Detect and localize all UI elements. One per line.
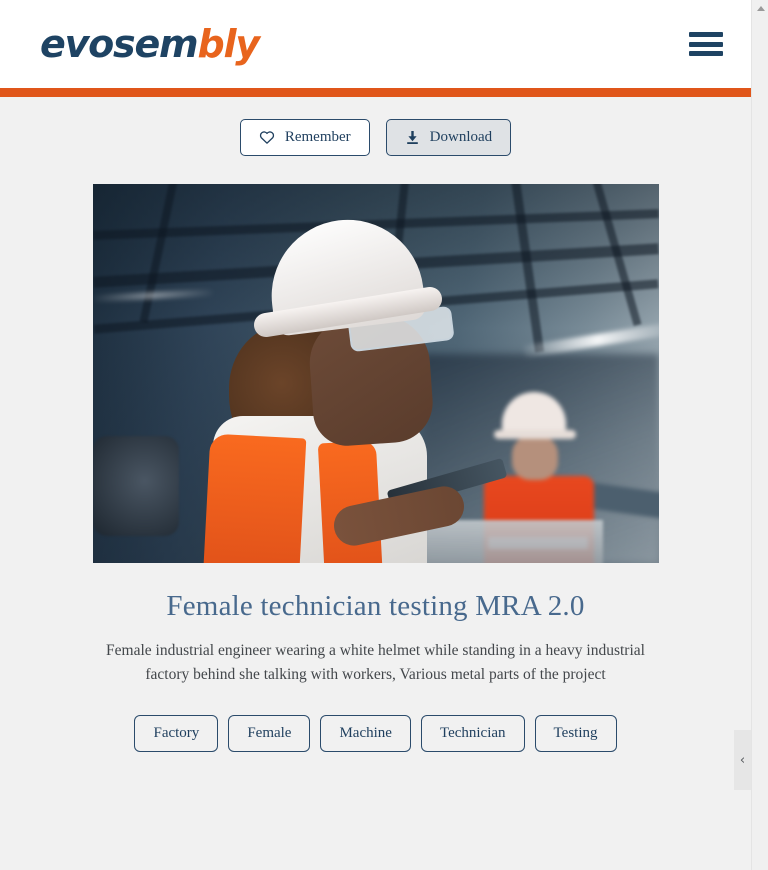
page-viewport: evosembly Remember Download Female techn… (0, 0, 751, 870)
technician-safety-vest (203, 433, 306, 563)
hamburger-bar-3 (689, 51, 723, 56)
tag-list: Factory Female Machine Technician Testin… (0, 715, 751, 753)
tag-technician[interactable]: Technician (420, 715, 525, 753)
tag-factory[interactable]: Factory (134, 715, 219, 753)
hero-image-wrapper (0, 184, 751, 563)
site-header: evosembly (0, 0, 751, 88)
remember-button-label: Remember (284, 129, 351, 145)
tag-female[interactable]: Female (228, 715, 311, 753)
hamburger-bar-2 (689, 41, 723, 47)
brand-logo-primary: evosem (40, 22, 199, 66)
brand-accent-rule (0, 88, 751, 97)
asset-description: Female industrial engineer wearing a whi… (106, 642, 645, 683)
background-worker-helmet-brim (493, 430, 576, 439)
scrollbar-thumb[interactable] (753, 19, 768, 319)
action-bar: Remember Download (0, 119, 751, 156)
background-worker-face (511, 436, 558, 480)
remember-button[interactable]: Remember (239, 119, 370, 156)
download-button[interactable]: Download (385, 119, 512, 156)
asset-preview-image[interactable] (92, 184, 659, 563)
heart-outline-icon (259, 130, 275, 145)
app-root: evosembly Remember Download Female techn… (0, 0, 768, 870)
asset-title: Female technician testing MRA 2.0 (166, 590, 585, 622)
tag-machine[interactable]: Machine (320, 715, 411, 753)
vertical-scrollbar[interactable] (751, 0, 768, 870)
brand-logo-accent: bly (197, 22, 260, 66)
foreground-technician (133, 211, 507, 563)
download-button-label: Download (429, 129, 493, 145)
hamburger-menu-icon[interactable] (689, 31, 723, 57)
tag-testing[interactable]: Testing (534, 715, 617, 753)
panel-collapse-handle[interactable]: ‹ (734, 730, 751, 790)
main-content: Remember Download Female technician test… (0, 97, 751, 753)
hamburger-bar-1 (689, 32, 723, 37)
download-icon (405, 130, 420, 145)
brand-logo[interactable]: evosembly (40, 22, 260, 66)
background-worker-helmet (501, 392, 566, 434)
scroll-up-arrow-icon[interactable] (752, 0, 768, 17)
